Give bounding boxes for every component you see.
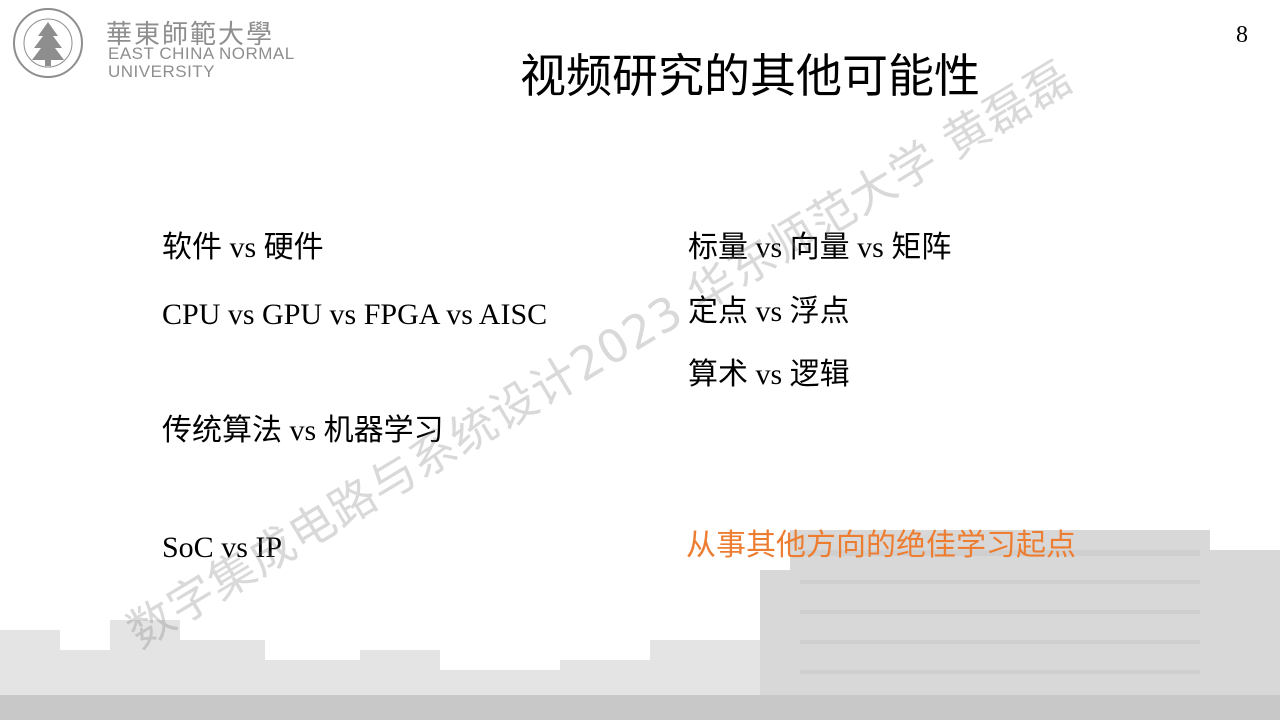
left-item-processors: CPU vs GPU vs FPGA vs AISC [162,298,548,331]
right-item-fixed-vs-float: 定点 vs 浮点 [688,295,850,328]
page-number: 8 [1236,22,1248,48]
slide: 華東師範大學 EAST CHINA NORMAL UNIVERSITY 8 视频… [0,0,1280,720]
logo-english-name-line2: UNIVERSITY [108,62,216,81]
left-item-software-vs-hardware: 软件 vs 硬件 [162,231,324,264]
ecnu-seal-icon [13,8,83,78]
left-item-algorithms: 传统算法 vs 机器学习 [162,414,444,447]
slide-title: 视频研究的其他可能性 [520,49,980,103]
logo-english-name-line1: EAST CHINA NORMAL [108,44,295,63]
university-logo: 華東師範大學 EAST CHINA NORMAL UNIVERSITY [10,6,300,81]
left-item-soc-vs-ip: SoC vs IP [162,531,283,564]
right-item-scalar-vector-matrix: 标量 vs 向量 vs 矩阵 [688,231,952,264]
right-item-arithmetic-vs-logic: 算术 vs 逻辑 [688,358,850,391]
highlight-learning-start: 从事其他方向的绝佳学习起点 [686,529,1076,562]
course-watermark: 数字集成电路与系统设计2023 华东师范大学 黄磊磊 [117,49,1082,659]
